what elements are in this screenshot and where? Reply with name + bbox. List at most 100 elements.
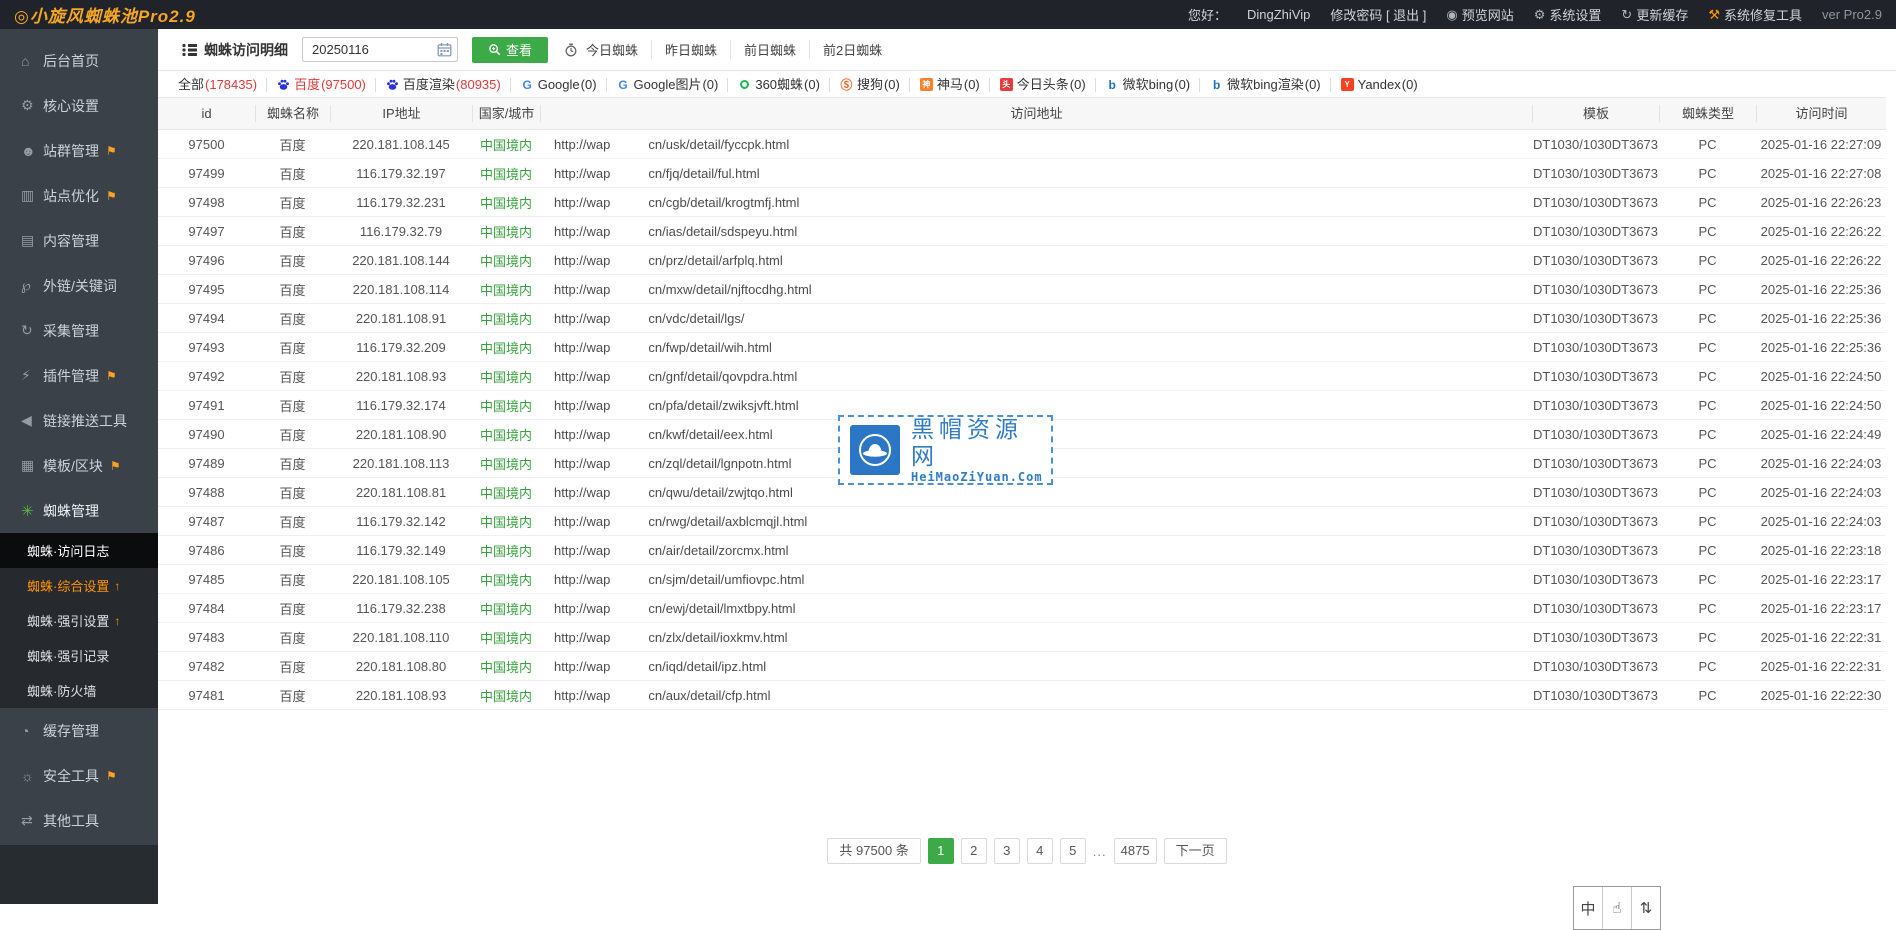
cell-visit-url: http://wapcn/ias/detail/sdspeyu.html	[540, 224, 1532, 239]
spider-filter[interactable]: 360蜘蛛 (0)	[727, 78, 829, 92]
total-count: 共 97500 条	[827, 838, 920, 864]
corner-widget-button[interactable]: ⇅	[1631, 887, 1660, 929]
so360-icon	[737, 78, 752, 92]
pagination-ellipsis: ...	[1093, 844, 1107, 859]
last-page-button[interactable]: 4875	[1114, 838, 1157, 864]
sidebar-item[interactable]: ◀ 链接推送工具 ⚑	[0, 398, 158, 443]
sidebar-item[interactable]: ⚡ 插件管理 ⚑	[0, 353, 158, 398]
spider-filter[interactable]: 头 今日头条 (0)	[989, 78, 1095, 92]
pin-icon: ⚑	[106, 144, 117, 158]
page-button[interactable]: 1	[928, 838, 954, 864]
cell-visit-url: http://wapcn/usk/detail/fyccpk.html	[540, 137, 1532, 152]
cell-id: 97489	[158, 456, 255, 471]
cell-template: DT1030/1030DT3673	[1532, 369, 1659, 384]
column-header: IP地址	[330, 105, 472, 122]
url-prefix: http://wap	[554, 311, 610, 326]
cell-template: DT1030/1030DT3673	[1532, 514, 1659, 529]
spider-filter[interactable]: G Google (0)	[510, 78, 606, 92]
quick-link[interactable]: 昨日蜘蛛	[651, 40, 730, 59]
yandex-icon: Y	[1340, 78, 1355, 92]
submenu-item[interactable]: 蜘蛛·综合设置 ↑	[0, 568, 158, 603]
change-password-link[interactable]: 修改密码 [ 退出 ]	[1330, 5, 1426, 24]
sidebar-item[interactable]: ▥ 站点优化 ⚑	[0, 173, 158, 218]
table-row: 97496 百度 220.181.108.144 中国境内 http://wap…	[158, 246, 1886, 275]
corner-widget-button[interactable]: ☝	[1602, 887, 1631, 929]
cell-visit-url: http://wapcn/sjm/detail/umfiovpc.html	[540, 572, 1532, 587]
corner-widget-button[interactable]: 中	[1574, 887, 1602, 929]
spider-filter[interactable]: b 微软bing (0)	[1095, 78, 1199, 92]
cell-visit-url: http://wapcn/aux/detail/cfp.html	[540, 688, 1532, 703]
sidebar-item[interactable]: ℘ 外链/关键词 ⚑	[0, 263, 158, 308]
url-prefix: http://wap	[554, 340, 610, 355]
watermark-text: 黑帽资源网 HeiMaoZiYuan.Com	[911, 416, 1043, 484]
bing-icon: b	[1209, 78, 1224, 92]
sidebar-item[interactable]: ▦ 模板/区块 ⚑	[0, 443, 158, 488]
view-button[interactable]: 查看	[472, 37, 548, 63]
column-header: 模板	[1532, 105, 1659, 122]
page-button[interactable]: 3	[994, 838, 1020, 864]
page-button[interactable]: 2	[961, 838, 987, 864]
quick-link[interactable]: 前2日蜘蛛	[809, 40, 895, 59]
quick-link[interactable]: 前日蜘蛛	[730, 40, 809, 59]
spider-filter[interactable]: 神 神马 (0)	[909, 78, 989, 92]
next-page-button[interactable]: 下一页	[1164, 838, 1227, 864]
preview-site-link[interactable]: ◉预览网站	[1446, 5, 1513, 24]
table-header: id 蜘蛛名称 IP地址 国家/城市 访问地址 模板 蜘蛛类型 访问时间	[158, 97, 1886, 130]
cell-region: 中国境内	[472, 367, 540, 386]
cell-visit-time: 2025-01-16 22:23:17	[1756, 572, 1886, 587]
submenu-item[interactable]: 蜘蛛·访问日志	[0, 533, 158, 568]
repair-tool-link[interactable]: ⚒系统修复工具	[1708, 5, 1802, 24]
submenu-item-label: 蜘蛛·强引设置	[27, 611, 109, 630]
table-row: 97486 百度 116.179.32.149 中国境内 http://wapc…	[158, 536, 1886, 565]
spider-filter[interactable]: 百度 (97500)	[266, 78, 375, 92]
sidebar-item[interactable]: ◔ 缓存管理 ⚑	[0, 708, 158, 753]
preview-icon: ◉	[1446, 7, 1457, 23]
spider-filter[interactable]: b 微软bing渲染 (0)	[1199, 78, 1329, 92]
quick-link[interactable]: 今日蜘蛛	[580, 40, 651, 59]
sidebar-item[interactable]: ✳ 蜘蛛管理 ⚑	[0, 488, 158, 533]
spider-filter[interactable]: Y Yandex (0)	[1330, 78, 1427, 92]
cell-id: 97482	[158, 659, 255, 674]
table-row: 97493 百度 116.179.32.209 中国境内 http://wapc…	[158, 333, 1886, 362]
pin-icon: ⚑	[106, 189, 117, 203]
cell-visit-time: 2025-01-16 22:24:03	[1756, 456, 1886, 471]
page-button[interactable]: 4	[1027, 838, 1053, 864]
cell-visit-url: http://wapcn/gnf/detail/qovpdra.html	[540, 369, 1532, 384]
gear-icon: ⚙	[21, 97, 43, 114]
sidebar-item[interactable]: ⚙ 核心设置 ⚑	[0, 83, 158, 128]
calendar-icon[interactable]	[437, 42, 452, 57]
date-input[interactable]	[302, 37, 458, 62]
cell-template: DT1030/1030DT3673	[1532, 253, 1659, 268]
submenu-item[interactable]: 蜘蛛·强引设置 ↑	[0, 603, 158, 638]
filter-label: 微软bing	[1123, 78, 1174, 92]
spider-filter[interactable]: 百度渲染 (80935)	[375, 78, 510, 92]
sidebar-item[interactable]: ▤ 内容管理 ⚑	[0, 218, 158, 263]
sidebar-item[interactable]: ↻ 采集管理 ⚑	[0, 308, 158, 353]
sidebar-item[interactable]: ☼ 安全工具 ⚑	[0, 753, 158, 798]
page-button[interactable]: 5	[1060, 838, 1086, 864]
system-settings-link[interactable]: ⚙系统设置	[1534, 5, 1602, 24]
cell-ip: 220.181.108.110	[330, 630, 472, 645]
cell-region: 中国境内	[472, 599, 540, 618]
bulb-icon: ☼	[21, 768, 43, 784]
cell-template: DT1030/1030DT3673	[1532, 659, 1659, 674]
sidebar-item[interactable]: ⇄ 其他工具 ⚑	[0, 798, 158, 843]
refresh-cache-link[interactable]: ↻更新缓存	[1621, 5, 1688, 24]
url-prefix: http://wap	[554, 195, 610, 210]
spider-filter[interactable]: G Google图片 (0)	[606, 78, 728, 92]
filter-label: 360蜘蛛	[755, 78, 803, 92]
url-suffix: cn/mxw/detail/njftocdhg.html	[648, 282, 811, 297]
submenu-item[interactable]: 蜘蛛·防火墙	[0, 673, 158, 708]
url-suffix: cn/fwp/detail/wih.html	[648, 340, 772, 355]
cell-ip: 220.181.108.80	[330, 659, 472, 674]
sidebar-item[interactable]: ⌂ 后台首页 ⚑	[0, 38, 158, 83]
cell-visit-time: 2025-01-16 22:24:50	[1756, 398, 1886, 413]
spider-filter[interactable]: Ⓢ 搜狗 (0)	[829, 78, 909, 92]
spider-filter[interactable]: 全部 (178435)	[178, 78, 266, 92]
url-suffix: cn/air/detail/zorcmx.html	[648, 543, 788, 558]
filter-count: (0)	[702, 78, 718, 92]
submenu-item[interactable]: 蜘蛛·强引记录	[0, 638, 158, 673]
pagination: 共 97500 条 1 2 3 4 5 ... 4875 下一页	[158, 838, 1896, 864]
sidebar-item[interactable]: ☻ 站群管理 ⚑	[0, 128, 158, 173]
cell-id: 97487	[158, 514, 255, 529]
